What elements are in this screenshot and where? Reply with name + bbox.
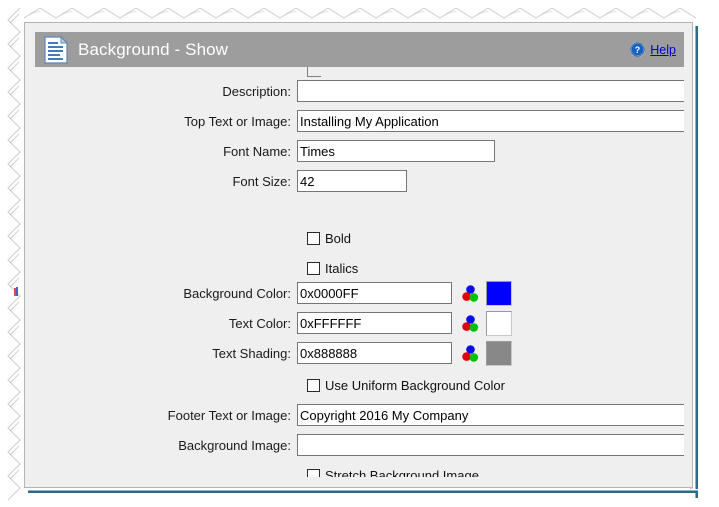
text-color-swatch[interactable] bbox=[486, 310, 512, 336]
background-color-swatch[interactable] bbox=[486, 280, 512, 306]
checkbox-row-stretch-background-image[interactable]: Stretch Background Image bbox=[307, 465, 479, 477]
row-background-color: Background Color: bbox=[35, 280, 512, 306]
row-top-text-or-image: Top Text or Image: bbox=[35, 109, 684, 133]
use-uniform-background-color-checkbox[interactable] bbox=[307, 378, 320, 392]
stretch-background-image-checkbox[interactable] bbox=[307, 468, 320, 477]
help-circle-icon[interactable]: ? bbox=[630, 42, 646, 57]
description-input[interactable] bbox=[297, 80, 684, 102]
label-text-color: Text Color: bbox=[228, 315, 291, 331]
background-color-input[interactable] bbox=[297, 282, 452, 304]
color-picker-icon-text-color[interactable] bbox=[462, 314, 479, 333]
checkbox-row-use-uniform-background-color[interactable]: Use Uniform Background Color bbox=[307, 375, 505, 395]
window-accent-rail-bottom bbox=[28, 489, 698, 493]
checkbox-row-bold[interactable]: Bold bbox=[307, 228, 351, 248]
dialog-title-bar: Background - Show ? Help bbox=[35, 32, 684, 67]
stretch-background-image-label: Stretch Background Image bbox=[325, 467, 479, 478]
font-name-input[interactable] bbox=[297, 140, 495, 162]
background-image-input[interactable] bbox=[297, 434, 684, 456]
window-accent-rail-right bbox=[694, 26, 698, 498]
help-control-group[interactable]: ? Help bbox=[630, 42, 676, 57]
help-link[interactable]: Help bbox=[650, 43, 676, 57]
label-background-image: Background Image: bbox=[178, 437, 291, 453]
form-body: Description: Top Text or Image: Font Nam… bbox=[35, 67, 684, 477]
document-icon bbox=[44, 35, 68, 64]
italics-checkbox[interactable] bbox=[307, 261, 320, 275]
row-footer-text-or-image: Footer Text or Image: bbox=[35, 403, 684, 427]
label-font-size: Font Size: bbox=[232, 173, 291, 189]
bold-label: Bold bbox=[325, 230, 352, 246]
row-text-color: Text Color: bbox=[35, 310, 512, 336]
checkbox-row-italics[interactable]: Italics bbox=[307, 258, 358, 278]
row-text-shading: Text Shading: bbox=[35, 340, 512, 366]
label-description: Description: bbox=[222, 83, 291, 99]
text-color-input[interactable] bbox=[297, 312, 452, 334]
screenshot-root: Background - Show ? Help Description: To… bbox=[0, 0, 719, 507]
row-description: Description: bbox=[35, 79, 684, 103]
svg-text:?: ? bbox=[635, 45, 640, 55]
row-background-image: Background Image: bbox=[35, 433, 684, 457]
background-show-dialog: Background - Show ? Help Description: To… bbox=[24, 22, 693, 488]
font-size-input[interactable] bbox=[297, 170, 407, 192]
row-font-name: Font Name: bbox=[35, 139, 495, 163]
scrolled-off-field-stub bbox=[307, 67, 321, 77]
row-font-size: Font Size: bbox=[35, 169, 407, 193]
bold-checkbox[interactable] bbox=[307, 231, 320, 245]
label-font-name: Font Name: bbox=[223, 143, 291, 159]
text-shading-swatch[interactable] bbox=[486, 340, 512, 366]
label-top-text-or-image: Top Text or Image: bbox=[184, 113, 291, 129]
color-picker-icon-text-shading[interactable] bbox=[462, 344, 479, 363]
italics-label: Italics bbox=[325, 260, 359, 276]
text-shading-input[interactable] bbox=[297, 342, 452, 364]
color-picker-icon-background-color[interactable] bbox=[462, 284, 479, 303]
label-text-shading: Text Shading: bbox=[212, 345, 291, 361]
dialog-title: Background - Show bbox=[78, 39, 229, 59]
label-footer-text-or-image: Footer Text or Image: bbox=[167, 407, 291, 423]
top-text-or-image-input[interactable] bbox=[297, 110, 684, 132]
use-uniform-background-color-label: Use Uniform Background Color bbox=[325, 377, 505, 393]
footer-text-or-image-input[interactable] bbox=[297, 404, 684, 426]
label-background-color: Background Color: bbox=[183, 285, 291, 301]
